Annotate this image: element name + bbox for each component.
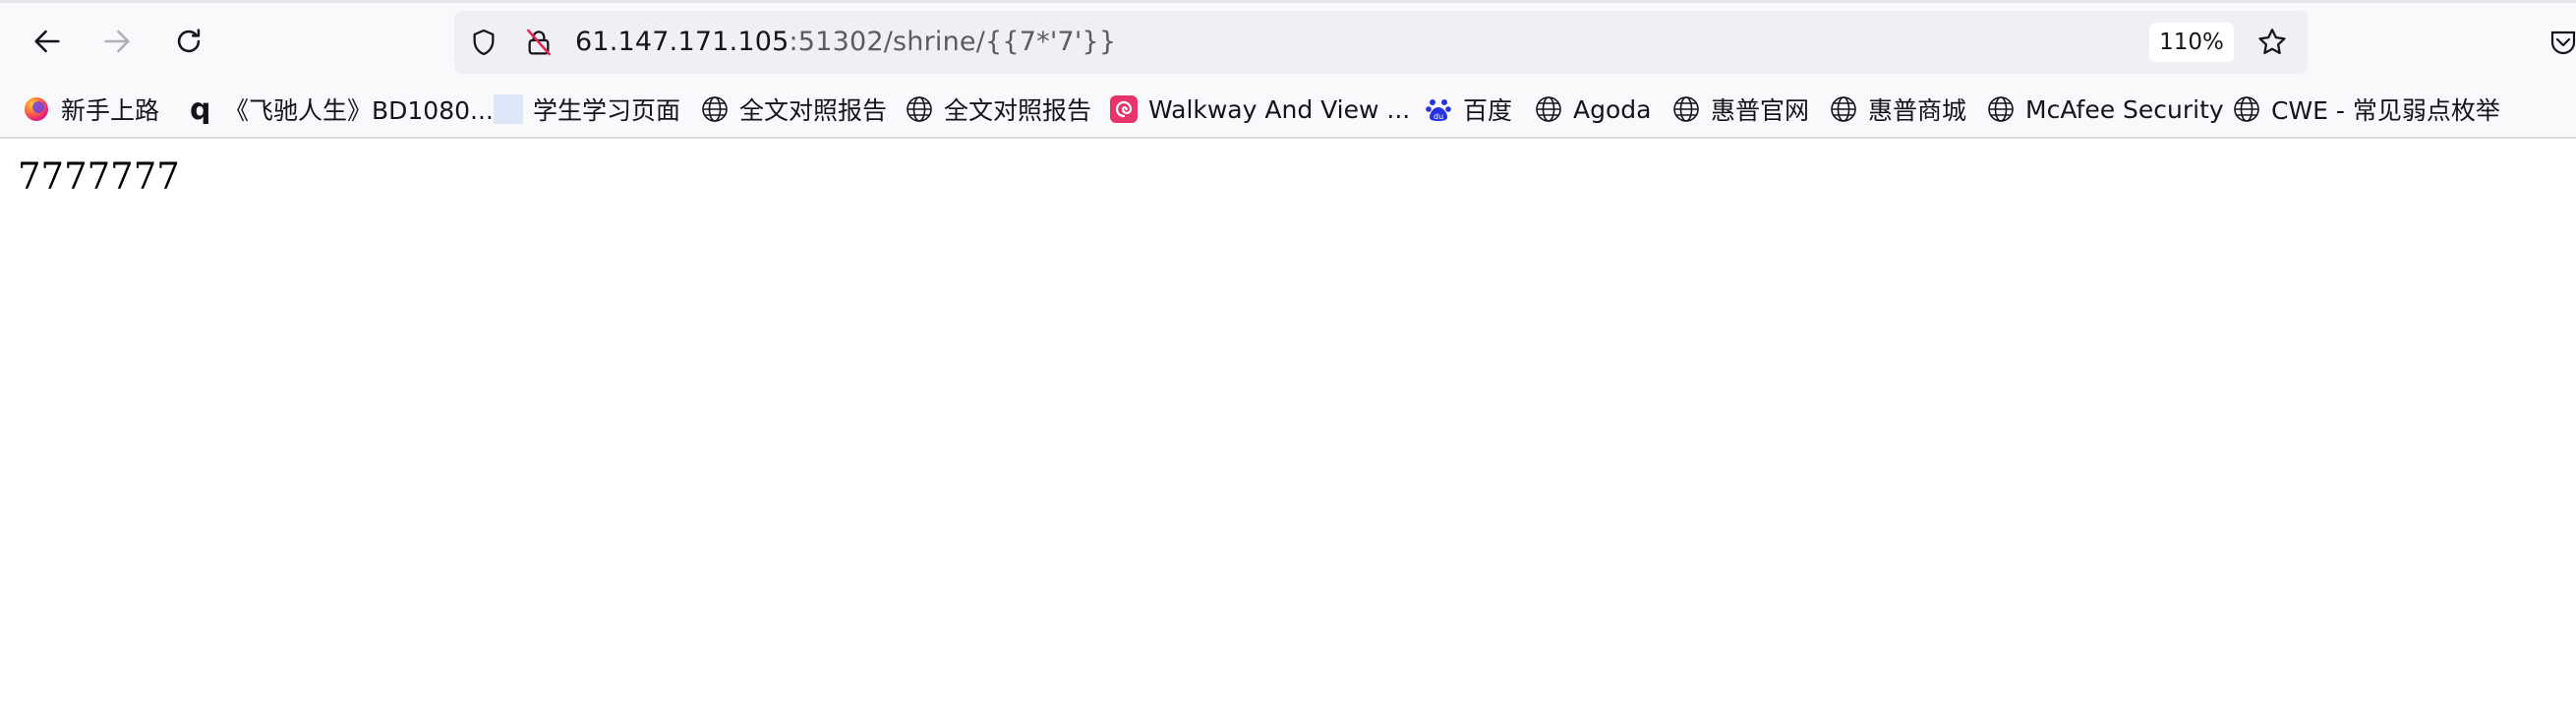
- url-bar[interactable]: 61.147.171.105:51302/shrine/{{7*'7'}} 11…: [454, 11, 2308, 74]
- bookmark-item[interactable]: du 百度: [1424, 88, 1512, 131]
- bookmark-item[interactable]: CWE - 常见弱点枚举: [2232, 88, 2500, 131]
- bookmark-label: 《飞驰人生》BD1080...: [224, 96, 494, 125]
- forward-arrow-icon: [104, 30, 130, 53]
- bookmarks-toolbar: 新手上路 q 《飞驰人生》BD1080... 学生学习页面 全文对照报告 全文对…: [0, 82, 2576, 139]
- globe-icon: [2232, 94, 2261, 124]
- pocket-button[interactable]: [2547, 27, 2576, 62]
- globe-icon: [905, 94, 934, 124]
- bookmark-label: 惠普官网: [1711, 96, 1810, 125]
- svg-text:du: du: [1434, 112, 1443, 121]
- bookmark-label: Agoda: [1573, 94, 1652, 124]
- back-arrow-icon: [34, 30, 60, 53]
- back-button[interactable]: [18, 12, 77, 71]
- bookmark-item[interactable]: q 《飞驰人生》BD1080...: [185, 88, 494, 131]
- bookmark-item[interactable]: 惠普官网: [1671, 88, 1809, 131]
- globe-icon: [1986, 94, 2016, 124]
- insecure-lock-icon[interactable]: [521, 25, 556, 60]
- bookmark-item[interactable]: McAfee Security: [1986, 88, 2224, 131]
- zoom-level-badge[interactable]: 110%: [2149, 23, 2234, 62]
- reload-icon: [177, 29, 201, 53]
- globe-icon: [1671, 94, 1701, 124]
- swirl-icon: [1109, 94, 1139, 124]
- bookmark-label: 学生学习页面: [533, 96, 681, 125]
- shield-icon[interactable]: [466, 25, 501, 60]
- bookmark-item[interactable]: 新手上路: [22, 88, 159, 131]
- bookmark-item[interactable]: 惠普商城: [1829, 88, 1966, 131]
- globe-icon: [1534, 94, 1563, 124]
- bookmark-item[interactable]: 学生学习页面: [494, 88, 680, 131]
- bookmark-item[interactable]: 全文对照报告: [905, 88, 1091, 131]
- globe-icon: [1829, 94, 1858, 124]
- url-host: 61.147.171.105: [575, 27, 790, 57]
- url-path: :51302/shrine/{{7*'7'}}: [789, 27, 1117, 57]
- url-text[interactable]: 61.147.171.105:51302/shrine/{{7*'7'}}: [575, 11, 1116, 74]
- firefox-icon: [22, 94, 51, 124]
- page-body-text: 7777777: [18, 155, 180, 198]
- bookmark-label: 全文对照报告: [944, 96, 1092, 125]
- bookmark-item[interactable]: Agoda: [1534, 88, 1651, 131]
- star-icon: [2258, 29, 2286, 55]
- bookmark-item[interactable]: 全文对照报告: [700, 88, 887, 131]
- bookmark-label: 全文对照报告: [739, 96, 888, 125]
- forward-button[interactable]: [88, 12, 146, 71]
- navigation-toolbar: 61.147.171.105:51302/shrine/{{7*'7'}} 11…: [0, 3, 2576, 82]
- pocket-icon: [2550, 30, 2576, 55]
- paw-icon: du: [1424, 94, 1453, 124]
- reload-button[interactable]: [159, 12, 218, 71]
- bookmark-item[interactable]: Walkway And View ...: [1109, 88, 1410, 131]
- bookmark-label: McAfee Security: [2025, 94, 2224, 124]
- q-icon: q: [185, 94, 214, 124]
- bookmark-label: Walkway And View ...: [1148, 94, 1411, 124]
- globe-icon: [700, 94, 730, 124]
- svg-text:q: q: [190, 94, 210, 124]
- bookmark-star-button[interactable]: [2250, 20, 2295, 65]
- bookmark-label: 惠普商城: [1868, 96, 1967, 125]
- bookmark-label: CWE - 常见弱点枚举: [2271, 96, 2500, 125]
- bookmark-label: 新手上路: [61, 96, 160, 125]
- blank-page-icon: [494, 94, 523, 124]
- bookmark-label: 百度: [1463, 96, 1513, 125]
